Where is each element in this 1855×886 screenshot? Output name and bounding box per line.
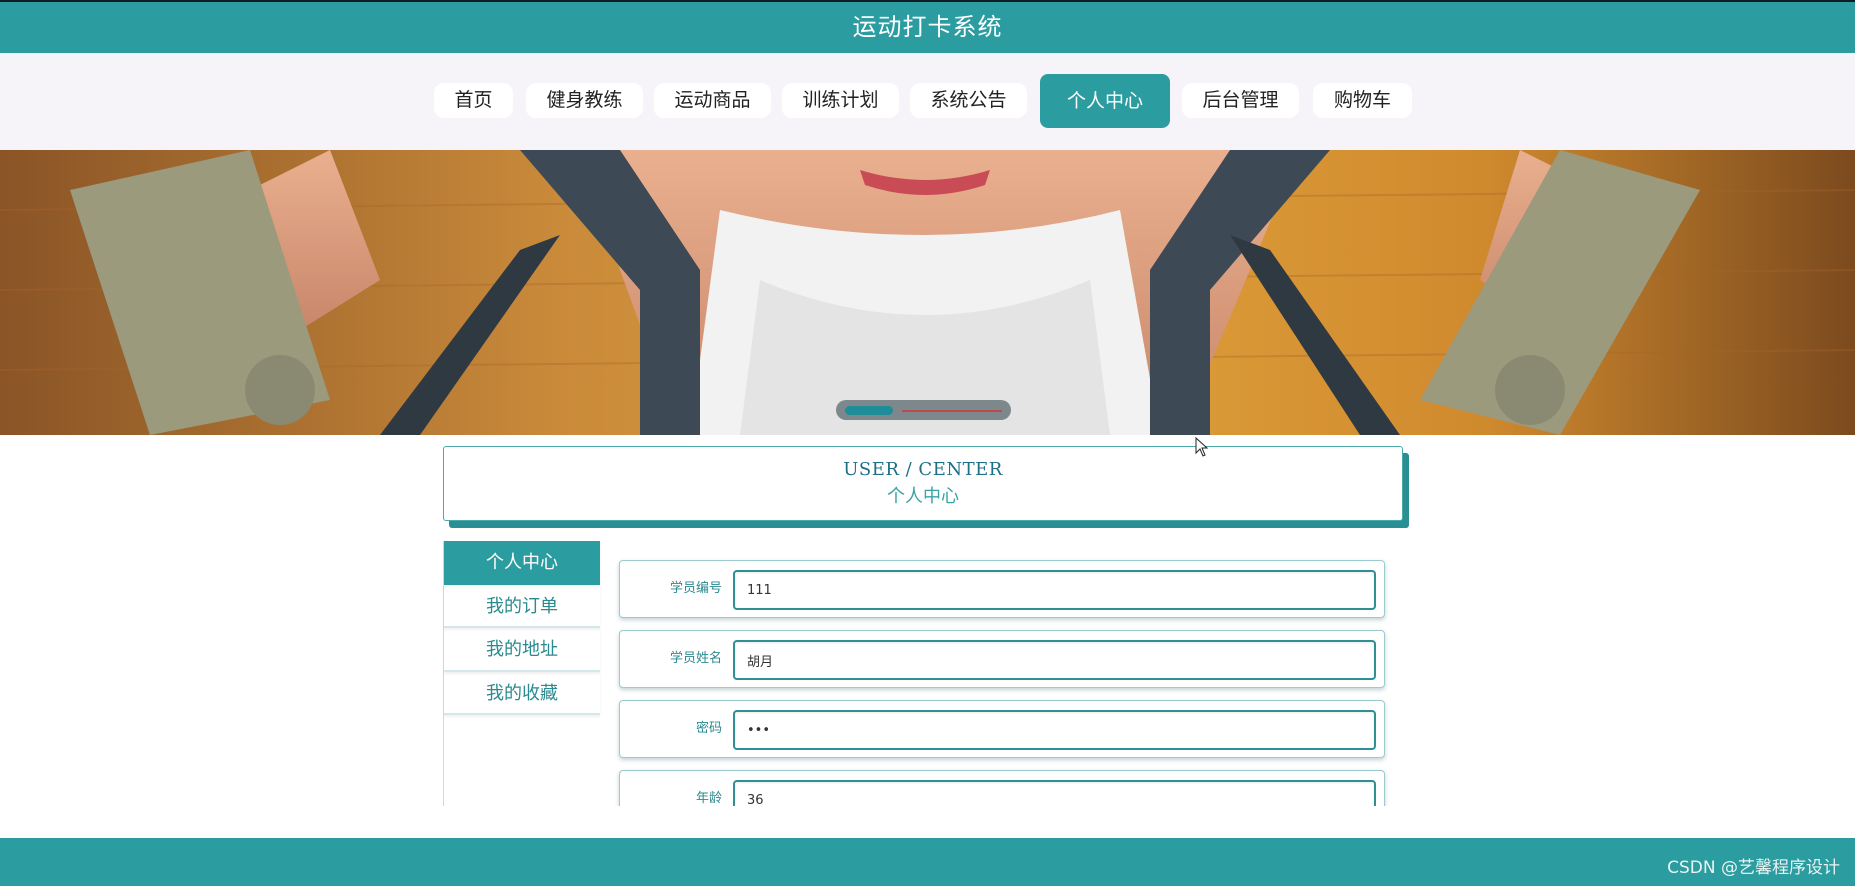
nav-item-admin[interactable]: 后台管理 [1182,83,1299,118]
section-title-cn: 个人中心 [887,486,959,507]
banner-image [0,150,1855,435]
nav-item-home[interactable]: 首页 [434,83,513,118]
sidebar-item-my-favorites[interactable]: 我的收藏 [444,672,600,715]
age-input[interactable] [733,780,1376,806]
student-id-input[interactable] [733,570,1376,610]
carousel-indicator[interactable] [836,400,1011,420]
carousel-track [902,410,1002,412]
nav-item-products[interactable]: 运动商品 [654,83,771,118]
form-row-password: 密码 [619,700,1385,758]
field-label-student-id: 学员编号 [669,581,722,596]
app-title: 运动打卡系统 [0,2,1855,53]
user-sidebar: 个人中心 我的订单 我的地址 我的收藏 [443,541,600,806]
field-label-student-name: 学员姓名 [669,651,722,666]
sidebar-item-my-address[interactable]: 我的地址 [444,628,600,672]
main-nav: 首页 健身教练 运动商品 训练计划 系统公告 个人中心 后台管理 购物车 [0,53,1855,150]
sidebar-item-user-center[interactable]: 个人中心 [444,541,600,585]
student-name-input[interactable] [733,640,1376,680]
form-row-age: 年龄 [619,770,1385,806]
nav-item-announcements[interactable]: 系统公告 [910,83,1027,118]
hero-banner [0,150,1855,435]
nav-item-user-center[interactable]: 个人中心 [1040,74,1170,128]
mouse-cursor-icon [1195,437,1209,457]
field-label-password: 密码 [695,721,722,736]
section-title-en: USER / CENTER [843,459,1003,480]
form-row-student-id: 学员编号 [619,560,1385,618]
nav-item-cart[interactable]: 购物车 [1313,83,1412,118]
form-row-student-name: 学员姓名 [619,630,1385,688]
nav-item-training-plans[interactable]: 训练计划 [782,83,899,118]
csdn-watermark: CSDN @艺馨程序设计 [1667,858,1840,878]
password-input[interactable] [733,710,1376,750]
field-label-age: 年龄 [695,791,722,806]
carousel-dot-active[interactable] [845,406,893,415]
section-header: USER / CENTER 个人中心 [443,446,1403,521]
nav-item-coaches[interactable]: 健身教练 [526,83,643,118]
profile-form: 学员编号 学员姓名 密码 年龄 [600,541,1400,806]
sidebar-item-my-orders[interactable]: 我的订单 [444,585,600,628]
page-footer [0,838,1855,886]
